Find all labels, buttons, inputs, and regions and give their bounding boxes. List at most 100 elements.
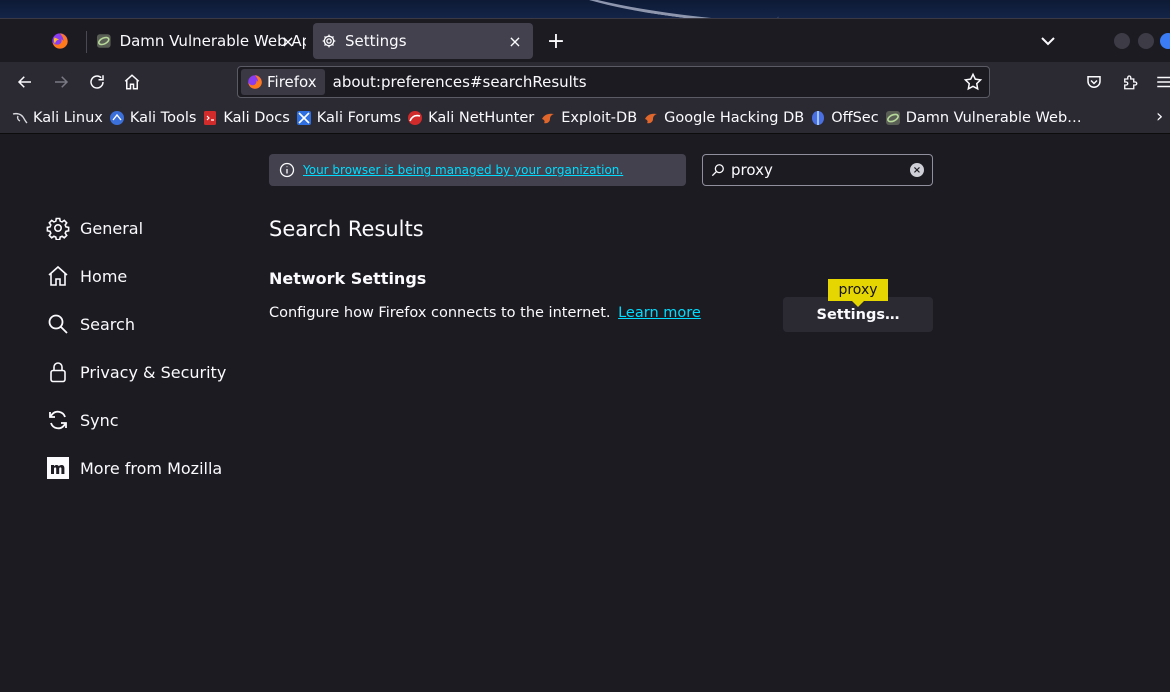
extensions-button[interactable] xyxy=(1118,70,1142,94)
kali-forums-icon xyxy=(296,110,311,125)
policies-link[interactable]: Your browser is being managed by your or… xyxy=(303,163,623,177)
close-tab-icon[interactable]: × xyxy=(505,31,525,51)
bookmark-kali-forums[interactable]: Kali Forums xyxy=(296,106,401,130)
sidebar-item-label: More from Mozilla xyxy=(80,458,223,478)
new-tab-button[interactable]: + xyxy=(544,29,568,54)
firefox-logo-icon xyxy=(248,75,262,89)
dvwa-favicon-icon xyxy=(96,34,111,48)
sidebar-item-label: Home xyxy=(80,266,128,286)
maximize-window-button[interactable] xyxy=(1138,33,1154,49)
bookmarks-toolbar: Kali Linux Kali Tools Kali Docs Kali For… xyxy=(0,102,1170,134)
sidebar-item-sync[interactable]: Sync xyxy=(46,404,246,436)
bookmark-offsec[interactable]: OffSec xyxy=(810,106,879,130)
sidebar-item-home[interactable]: Home xyxy=(46,260,246,292)
url-bar[interactable]: Firefox about:preferences#searchResults xyxy=(237,66,990,98)
learn-more-link[interactable]: Learn more xyxy=(618,305,701,321)
home-button[interactable] xyxy=(120,70,144,94)
kali-tools-icon xyxy=(109,110,124,125)
lock-icon xyxy=(50,362,66,383)
sync-icon xyxy=(49,410,67,430)
close-window-button[interactable] xyxy=(1160,33,1170,49)
tab-settings[interactable]: Settings × xyxy=(313,23,533,59)
description-text: Configure how Firefox connects to the in… xyxy=(269,305,611,321)
bookmark-label: Damn Vulnerable Web… xyxy=(905,109,1082,126)
offsec-icon xyxy=(812,110,825,125)
search-icon xyxy=(48,314,68,334)
pocket-icon xyxy=(1087,76,1101,88)
url-text[interactable]: about:preferences#searchResults xyxy=(333,73,587,91)
page-title: Search Results xyxy=(269,217,424,241)
wallpaper-swoosh xyxy=(558,0,782,18)
sidebar-item-label: Search xyxy=(80,314,135,334)
home-icon xyxy=(124,74,140,90)
tab-firefox-view[interactable] xyxy=(36,23,84,59)
bookmark-kali-docs[interactable]: Kali Docs xyxy=(202,106,290,130)
bookmark-label: Exploit-DB xyxy=(561,109,638,126)
bookmark-label: Kali Linux xyxy=(33,109,103,126)
network-settings-heading: Network Settings xyxy=(269,269,427,288)
bookmark-label: Kali NetHunter xyxy=(428,109,535,126)
bookmarks-overflow-chevron-icon[interactable]: › xyxy=(1156,106,1170,130)
reload-button[interactable] xyxy=(85,70,109,94)
firefox-logo-icon xyxy=(52,33,68,49)
dvwa-icon xyxy=(885,110,900,125)
hamburger-menu-icon xyxy=(1157,76,1170,88)
desktop-wallpaper-strip xyxy=(0,0,1170,18)
bookmark-kali-nethunter[interactable]: Kali NetHunter xyxy=(407,106,534,130)
bookmark-google-hacking-db[interactable]: Google Hacking DB xyxy=(643,106,804,130)
sidebar-item-general[interactable]: General xyxy=(46,212,246,244)
pocket-button[interactable] xyxy=(1082,70,1106,94)
navigation-toolbar: Firefox about:preferences#searchResults xyxy=(0,62,1170,102)
identity-box[interactable]: Firefox xyxy=(241,69,325,95)
kali-dragon-icon xyxy=(12,112,28,123)
back-button[interactable] xyxy=(13,70,37,94)
sidebar-item-search[interactable]: Search xyxy=(46,308,246,340)
bookmark-kali-tools[interactable]: Kali Tools xyxy=(109,106,197,130)
arrow-left-icon xyxy=(17,76,31,88)
kali-docs-icon xyxy=(204,110,217,125)
bookmark-exploit-db[interactable]: Exploit-DB xyxy=(540,106,637,130)
tab-dvwa[interactable]: Damn Vulnerable Web Ap × xyxy=(88,23,306,59)
mozilla-icon xyxy=(47,457,69,479)
bookmark-star-icon[interactable] xyxy=(963,72,983,92)
puzzle-icon xyxy=(1124,75,1138,90)
sidebar-item-label: General xyxy=(80,218,144,238)
close-tab-icon[interactable]: × xyxy=(278,31,298,51)
home-icon xyxy=(48,265,68,286)
reload-icon xyxy=(90,75,104,89)
bookmark-label: Kali Tools xyxy=(129,109,197,126)
minimize-window-button[interactable] xyxy=(1114,33,1130,49)
bookmark-label: Kali Docs xyxy=(223,109,290,126)
bookmark-kali-linux[interactable]: Kali Linux xyxy=(12,106,103,130)
exploit-db-icon xyxy=(542,113,555,123)
bookmark-dvwa[interactable]: Damn Vulnerable Web… xyxy=(885,106,1082,130)
preferences-search-field[interactable]: × xyxy=(702,154,933,186)
list-all-tabs-button[interactable] xyxy=(1036,29,1060,53)
arrow-right-icon xyxy=(55,76,69,88)
tab-separator xyxy=(86,31,87,53)
bookmark-label: OffSec xyxy=(831,109,879,126)
gear-icon xyxy=(322,34,336,48)
forward-button[interactable] xyxy=(49,70,73,94)
bookmark-label: Google Hacking DB xyxy=(664,109,805,126)
chevron-down-icon xyxy=(1041,37,1055,46)
ghdb-icon xyxy=(645,113,658,123)
bookmark-label: Kali Forums xyxy=(316,109,402,126)
sidebar-item-label: Privacy & Security xyxy=(80,362,227,382)
clear-search-icon[interactable]: × xyxy=(910,163,924,177)
sidebar-item-privacy[interactable]: Privacy & Security xyxy=(46,356,246,388)
tab-strip: Damn Vulnerable Web Ap × Settings × + xyxy=(0,18,1170,62)
app-menu-button[interactable] xyxy=(1152,70,1170,94)
info-icon xyxy=(279,162,295,178)
gear-icon xyxy=(46,217,70,240)
kali-nethunter-icon xyxy=(408,110,423,125)
network-settings-description: Configure how Firefox connects to the in… xyxy=(269,305,701,321)
tab-title: Settings xyxy=(345,32,407,50)
policies-notice: Your browser is being managed by your or… xyxy=(269,154,686,186)
preferences-page: Your browser is being managed by your or… xyxy=(0,134,1170,692)
search-icon xyxy=(711,164,724,177)
sidebar-item-label: Sync xyxy=(80,410,119,430)
sidebar-item-more-from-mozilla[interactable]: More from Mozilla xyxy=(46,452,246,484)
search-highlight-tooltip: proxy xyxy=(828,279,888,307)
search-input[interactable] xyxy=(731,161,901,179)
